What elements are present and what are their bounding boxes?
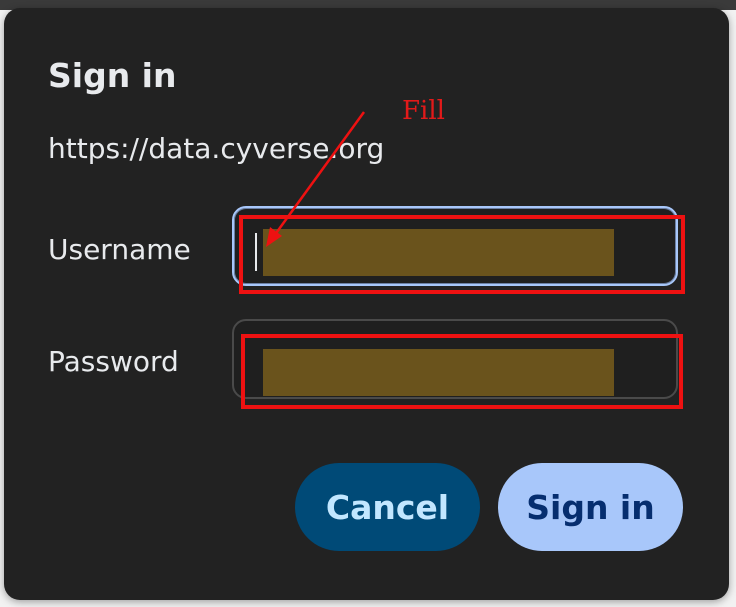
cancel-button[interactable]: Cancel — [295, 463, 480, 551]
sign-in-button[interactable]: Sign in — [498, 463, 683, 551]
